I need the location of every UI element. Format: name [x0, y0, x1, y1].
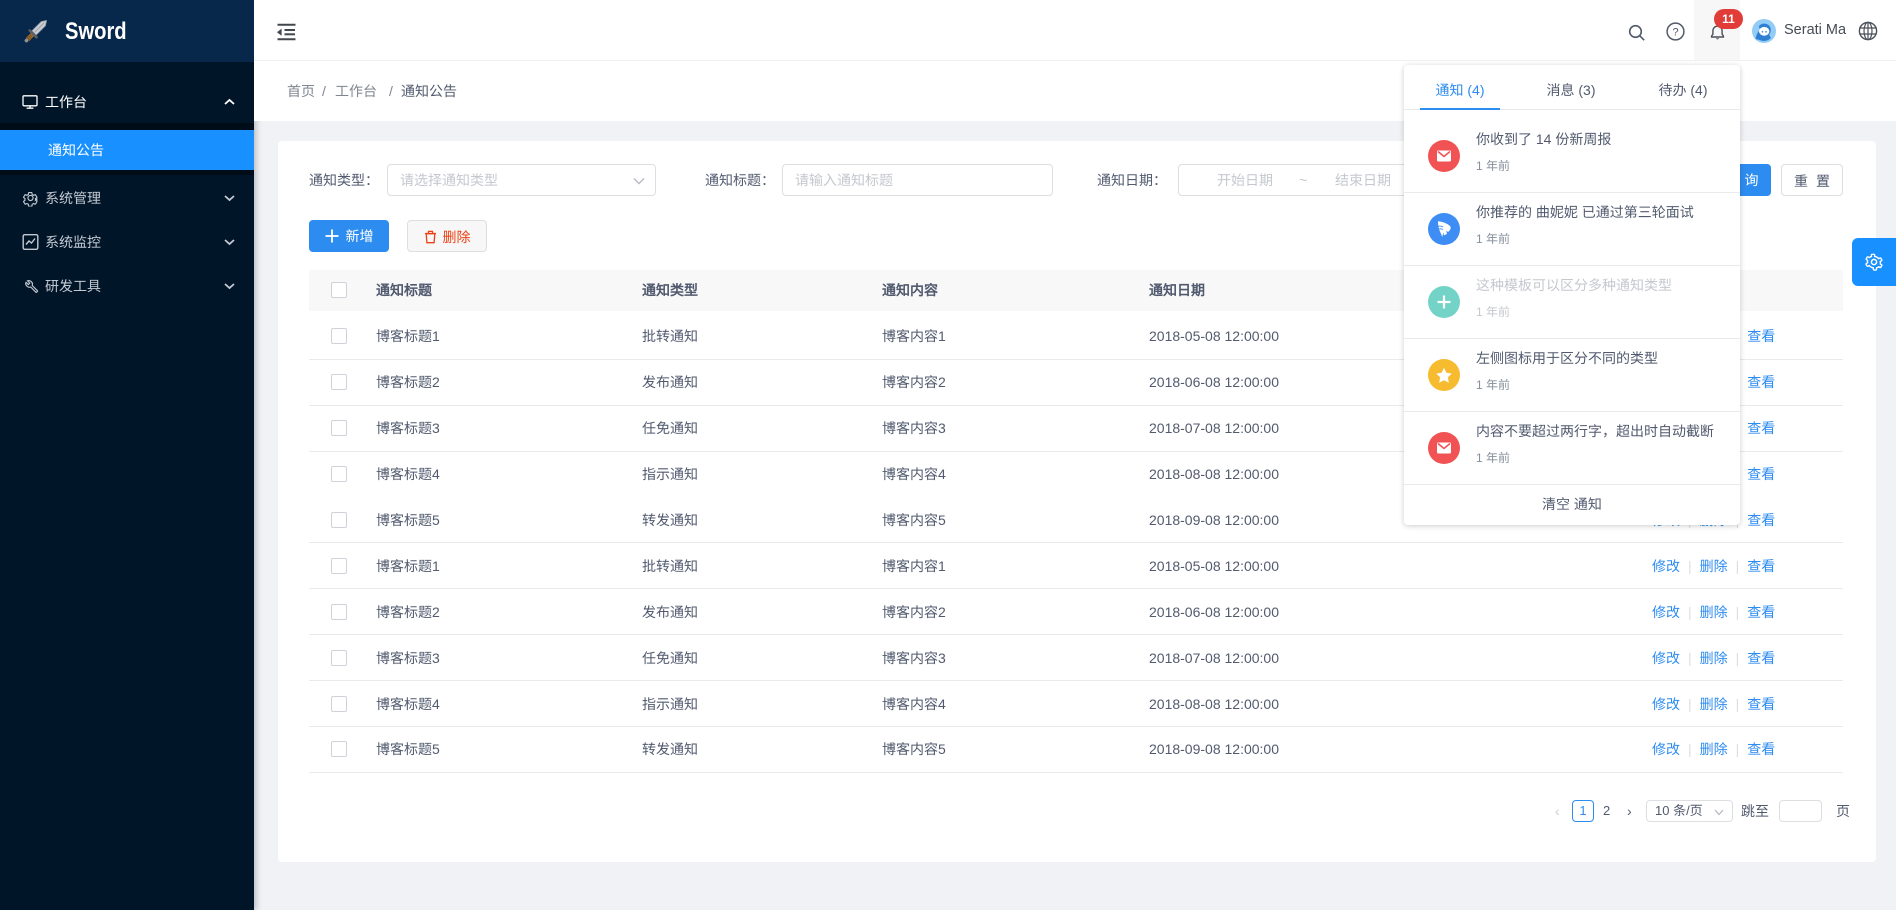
svg-text:?: ? — [1672, 27, 1678, 39]
